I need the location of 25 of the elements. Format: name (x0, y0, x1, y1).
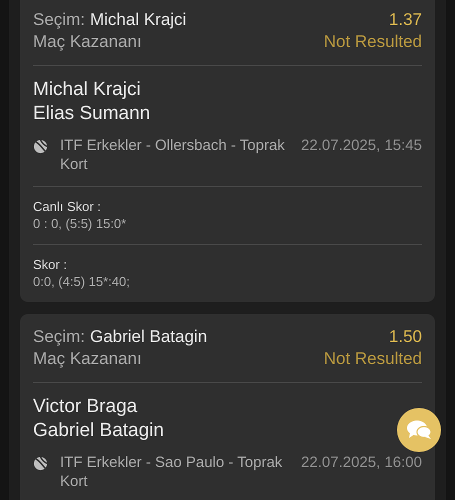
tennis-ball-icon (33, 139, 48, 154)
tennis-ball-icon (33, 456, 48, 471)
market-name: Maç Kazananı (33, 31, 142, 53)
bet-status: Not Resulted (324, 31, 422, 53)
selection-name: Gabriel Batagin (90, 326, 208, 348)
match-date: 22.07.2025, 16:00 (301, 453, 422, 473)
team-name: Michal Krajci (33, 78, 141, 102)
score-value: 0:0, (4:5) 15*:40; (33, 273, 131, 290)
score-value: 0 : 0, (5:5) 15:0* (33, 215, 128, 232)
odds: 1.37 (388, 9, 422, 31)
match-date: 22.07.2025, 15:45 (301, 136, 422, 156)
selection-label: Seçim: (33, 9, 85, 31)
selection-name: Michal Krajci (90, 9, 186, 31)
odds: 1.50 (388, 326, 422, 348)
market-name: Maç Kazananı (33, 348, 142, 370)
tournament-name: ITF Erkekler - Sao Paulo - Toprak Kort (60, 453, 284, 491)
selection-label: Seçim: (33, 326, 85, 348)
team-name: Elias Sumann (33, 102, 150, 126)
score-label: Canlı Skor : (33, 198, 102, 215)
team-name: Gabriel Batagin (33, 419, 164, 443)
score-label: Skor : (33, 256, 68, 273)
tournament-name: ITF Erkekler - Ollersbach - Toprak Kort (60, 136, 285, 174)
team-name: Victor Braga (33, 395, 138, 419)
bet-status: Not Resulted (324, 348, 422, 370)
chat-bubbles-icon (406, 419, 432, 441)
